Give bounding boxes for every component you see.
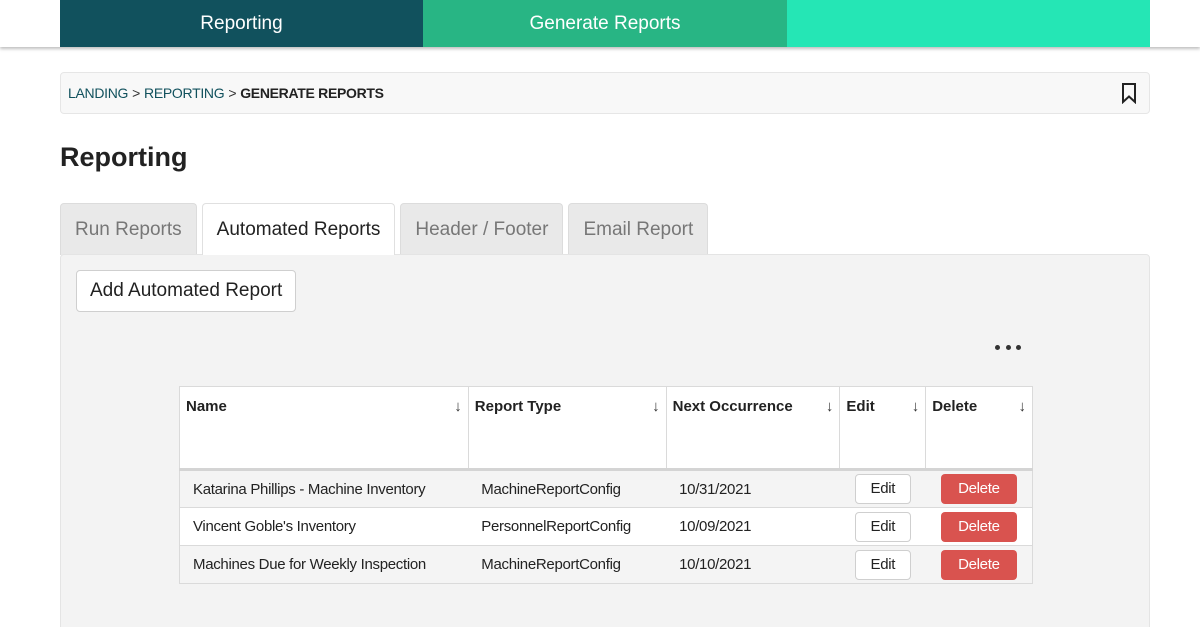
- delete-button[interactable]: Delete: [940, 511, 1017, 542]
- sort-arrow-icon[interactable]: ↓: [652, 398, 660, 415]
- nav-item-accent: [787, 0, 1150, 47]
- breadcrumb: LANDING > REPORTING > GENERATE REPORTS: [60, 72, 1150, 114]
- sort-arrow-icon[interactable]: ↓: [1019, 398, 1027, 415]
- cell-delete: Delete: [925, 469, 1033, 508]
- sort-arrow-icon[interactable]: ↓: [454, 398, 462, 415]
- automated-reports-table: Name ↓ Report Type ↓ Next Occurrence ↓ Edit…: [179, 386, 1033, 584]
- column-header-name[interactable]: Name ↓: [179, 386, 469, 471]
- cell-report-type: MachineReportConfig: [468, 469, 667, 508]
- nav-item-generate-reports[interactable]: Generate Reports: [423, 0, 787, 47]
- breadcrumb-separator: >: [132, 85, 141, 101]
- breadcrumb-item-current: GENERATE REPORTS: [240, 85, 384, 101]
- cell-next-occurrence: 10/10/2021: [666, 545, 840, 584]
- column-header-edit[interactable]: Edit ↓: [839, 386, 927, 471]
- tab-automated-reports[interactable]: Automated Reports: [201, 203, 396, 255]
- breadcrumb-item-reporting[interactable]: REPORTING: [144, 85, 225, 101]
- delete-button[interactable]: Delete: [940, 549, 1017, 580]
- cell-next-occurrence: 10/09/2021: [666, 507, 840, 546]
- table-row: Katarina Phillips - Machine Inventory Ma…: [179, 469, 1033, 508]
- breadcrumb-item-landing[interactable]: LANDING: [68, 85, 128, 101]
- add-automated-report-button[interactable]: Add Automated Report: [76, 270, 297, 312]
- edit-button[interactable]: Edit: [854, 474, 911, 504]
- cell-report-type: MachineReportConfig: [468, 545, 667, 584]
- dot: [1016, 344, 1021, 350]
- top-nav: Reporting Generate Reports: [0, 0, 1200, 47]
- tab-bar: Run Reports Automated Reports Header / F…: [60, 203, 713, 255]
- column-label: Delete: [932, 398, 978, 415]
- cell-edit: Edit: [839, 469, 926, 508]
- edit-button[interactable]: Edit: [854, 549, 911, 580]
- sort-arrow-icon[interactable]: ↓: [826, 398, 834, 415]
- edit-button[interactable]: Edit: [854, 511, 911, 542]
- cell-edit: Edit: [839, 507, 926, 546]
- table-row: Machines Due for Weekly Inspection Machi…: [179, 545, 1033, 584]
- cell-delete: Delete: [925, 507, 1033, 546]
- column-header-next-occurrence[interactable]: Next Occurrence ↓: [665, 386, 841, 471]
- table-row: Vincent Goble's Inventory PersonnelRepor…: [179, 507, 1033, 546]
- cell-edit: Edit: [839, 545, 926, 584]
- more-horizontal-icon[interactable]: [995, 340, 1021, 354]
- cell-report-type: PersonnelReportConfig: [468, 507, 667, 546]
- cell-next-occurrence: 10/31/2021: [666, 469, 840, 508]
- table-header-row: Name ↓ Report Type ↓ Next Occurrence ↓ Edit…: [179, 386, 1033, 471]
- tab-panel: Add Automated Report Name ↓ Report Type ↓ …: [60, 254, 1150, 627]
- tab-run-reports[interactable]: Run Reports: [60, 203, 197, 255]
- nav-item-reporting[interactable]: Reporting: [60, 0, 423, 47]
- sort-arrow-icon[interactable]: ↓: [912, 398, 920, 415]
- column-header-report-type[interactable]: Report Type ↓: [467, 386, 667, 471]
- column-header-delete[interactable]: Delete ↓: [925, 386, 1033, 471]
- page-title: Reporting: [60, 142, 188, 172]
- tab-header-footer[interactable]: Header / Footer: [400, 203, 564, 255]
- column-label: Next Occurrence: [672, 398, 793, 415]
- cell-delete: Delete: [925, 545, 1033, 584]
- bookmark-icon[interactable]: [1119, 82, 1139, 104]
- column-label: Edit: [846, 398, 875, 415]
- column-label: Name: [186, 398, 227, 415]
- delete-button[interactable]: Delete: [940, 474, 1017, 504]
- breadcrumb-separator: >: [228, 85, 237, 101]
- dot: [1005, 344, 1011, 350]
- cell-name: Vincent Goble's Inventory: [179, 507, 469, 546]
- tab-email-report[interactable]: Email Report: [568, 203, 709, 255]
- cell-name: Machines Due for Weekly Inspection: [179, 545, 469, 584]
- cell-name: Katarina Phillips - Machine Inventory: [179, 469, 469, 508]
- column-label: Report Type: [474, 398, 562, 415]
- dot: [995, 344, 1000, 350]
